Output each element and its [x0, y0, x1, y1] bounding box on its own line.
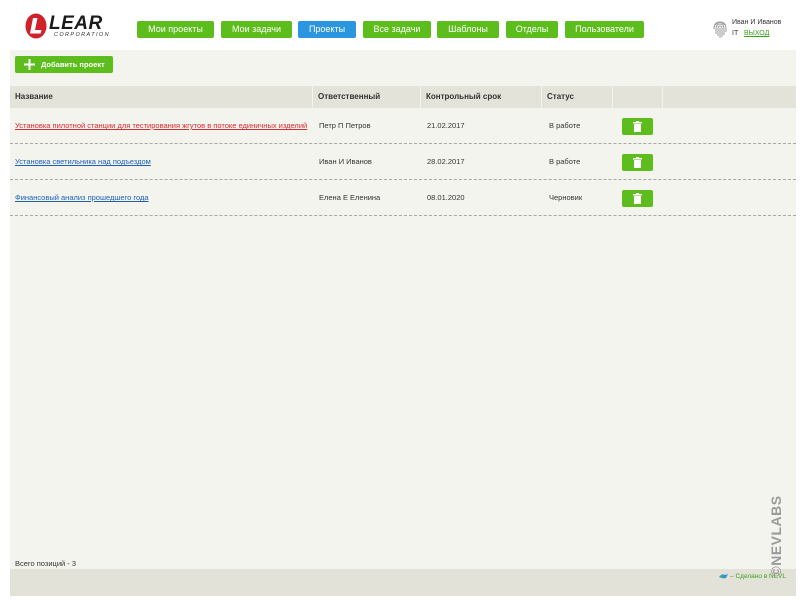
lear-logo-mark-icon	[25, 13, 47, 39]
delete-button[interactable]	[622, 118, 653, 135]
nevlabs-watermark-text: ©NEVLABS	[768, 495, 784, 577]
project-owner: Елена Е Еленина	[319, 193, 381, 202]
project-deadline: 21.02.2017	[427, 121, 465, 130]
column-header-owner[interactable]: Ответственный	[313, 86, 421, 108]
project-name-link[interactable]: Установка пилотной станции для тестирова…	[15, 108, 307, 144]
nav-templates[interactable]: Шаблоны	[437, 21, 499, 38]
project-deadline: 28.02.2017	[427, 157, 465, 166]
project-owner: Петр П Петров	[319, 121, 371, 130]
nav-my-tasks[interactable]: Мои задачи	[221, 21, 292, 38]
logo-wordmark: LEAR	[49, 13, 103, 34]
table-row: Установка светильника над подъездом Иван…	[10, 144, 796, 180]
trash-icon	[633, 157, 642, 168]
column-header-status[interactable]: Статус	[542, 86, 613, 108]
add-project-label: Добавить проект	[41, 60, 105, 69]
table-row: Финансовый анализ прошедшего года Елена …	[10, 180, 796, 216]
delete-button[interactable]	[622, 190, 653, 207]
project-status: Черновик	[549, 193, 583, 202]
column-header-deadline[interactable]: Контрольный срок	[421, 86, 542, 108]
content-panel: Добавить проект Название Ответственный К…	[10, 50, 796, 569]
nevlabs-mini-icon	[719, 574, 729, 579]
fingerprint-icon	[713, 21, 727, 38]
trash-icon	[633, 121, 642, 132]
add-project-button[interactable]: Добавить проект	[15, 56, 113, 73]
logout-link[interactable]: ВЫХОД	[744, 30, 769, 37]
lear-logo[interactable]: LEAR CORPORATION	[25, 13, 120, 41]
footer: – Сделано в NEVL	[10, 569, 796, 596]
user-block: Иван И Иванов IT ВЫХОД	[712, 18, 802, 42]
user-department: IT	[732, 30, 739, 37]
nevlabs-watermark: ©NEVLABS	[768, 488, 784, 584]
project-deadline: 08.01.2020	[427, 193, 465, 202]
column-header-spacer	[663, 86, 796, 108]
nav-all-tasks[interactable]: Все задачи	[363, 21, 431, 38]
user-name: Иван И Иванов	[732, 19, 782, 26]
project-owner: Иван И Иванов	[319, 157, 372, 166]
nav-projects[interactable]: Проекты	[298, 21, 356, 38]
project-status: В работе	[549, 121, 581, 130]
project-name-link[interactable]: Финансовый анализ прошедшего года	[15, 180, 149, 216]
logo-subtitle: CORPORATION	[54, 32, 110, 38]
plus-icon	[24, 59, 35, 70]
column-header-actions	[613, 86, 663, 108]
nav-departments[interactable]: Отделы	[506, 21, 558, 38]
delete-button[interactable]	[622, 154, 653, 171]
total-count: Всего позиций - 3	[15, 559, 77, 568]
project-name-link[interactable]: Установка светильника над подъездом	[15, 144, 151, 180]
table-row: Установка пилотной станции для тестирова…	[10, 108, 796, 144]
nav-my-projects[interactable]: Мои проекты	[137, 21, 214, 38]
table-header: Название Ответственный Контрольный срок …	[10, 86, 796, 108]
project-status: В работе	[549, 157, 581, 166]
nav-users[interactable]: Пользователи	[565, 21, 644, 38]
header: LEAR CORPORATION Мои проекты Мои задачи …	[0, 0, 805, 50]
column-header-name[interactable]: Название	[10, 86, 313, 108]
trash-icon	[633, 193, 642, 204]
